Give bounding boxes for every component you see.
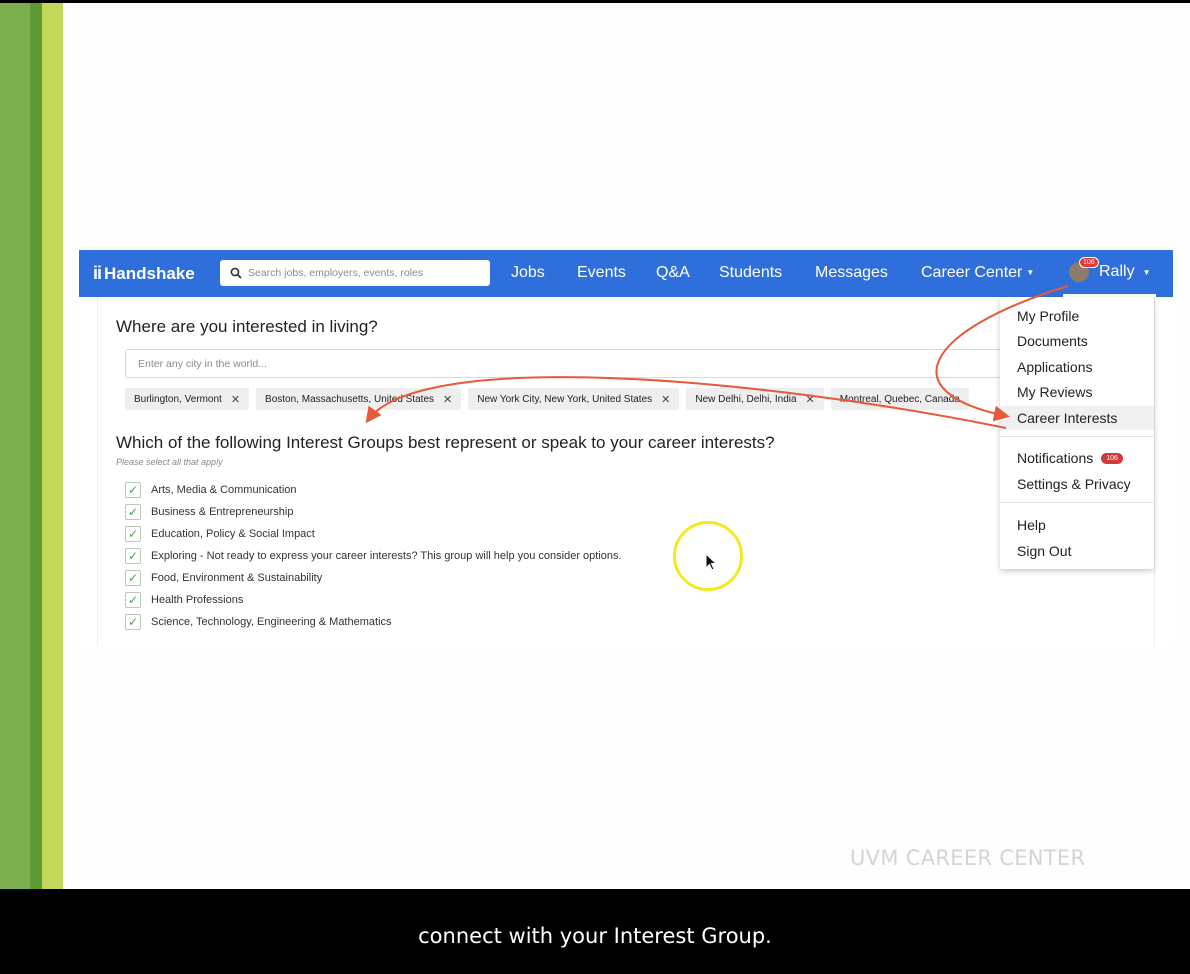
top-navbar: ii Handshake Search jobs, employers, eve… <box>79 250 1173 297</box>
menu-item-documents[interactable]: Documents <box>1000 329 1154 353</box>
menu-item-label: Help <box>1017 517 1046 533</box>
nav-events[interactable]: Events <box>577 264 626 282</box>
nav-jobs[interactable]: Jobs <box>511 264 545 282</box>
city-chip: Boston, Massachusetts, United States ✕ <box>256 388 462 410</box>
menu-item-label: Career Interests <box>1017 410 1118 426</box>
green-stripe <box>30 3 42 889</box>
nav-messages[interactable]: Messages <box>815 264 888 282</box>
menu-item-label: Applications <box>1017 359 1093 375</box>
green-stripe <box>42 3 63 889</box>
city-chip: New Delhi, Delhi, India ✕ <box>686 388 824 410</box>
nav-students[interactable]: Students <box>719 264 782 282</box>
list-item: ✓ Exploring - Not ready to express your c… <box>125 545 622 567</box>
interest-groups-subtext: Please select all that apply <box>116 457 223 467</box>
interest-group-list: ✓ Arts, Media & Communication ✓ Business &… <box>125 479 622 633</box>
list-item: ✓ Food, Environment & Sustainability <box>125 567 622 589</box>
city-chip: New York City, New York, United States ✕ <box>468 388 680 410</box>
menu-item-label: Sign Out <box>1017 543 1072 559</box>
menu-item-label: Notifications <box>1017 450 1094 466</box>
close-icon[interactable]: ✕ <box>661 393 670 406</box>
notification-badge: 106 <box>1079 257 1099 268</box>
interest-group-label: Exploring - Not ready to express your ca… <box>151 550 622 562</box>
interest-group-label: Business & Entrepreneurship <box>151 506 294 518</box>
menu-item-help[interactable]: Help <box>1000 513 1154 537</box>
menu-item-applications[interactable]: Applications <box>1000 355 1154 379</box>
nav-career-center-label: Career Center <box>921 264 1023 281</box>
menu-item-career-interests[interactable]: Career Interests <box>1000 406 1154 430</box>
menu-item-label: My Reviews <box>1017 384 1093 400</box>
watermark: UVM CAREER CENTER <box>850 846 1086 870</box>
menu-item-label: Settings & Privacy <box>1017 476 1131 492</box>
list-item: ✓ Science, Technology, Engineering & Math… <box>125 611 622 633</box>
city-chip: Montreal, Quebec, Canada <box>830 388 969 410</box>
interest-group-label: Arts, Media & Communication <box>151 484 297 496</box>
menu-divider <box>1000 436 1154 437</box>
handshake-logo-icon: ii <box>93 263 102 283</box>
close-icon[interactable]: ✕ <box>231 393 240 406</box>
user-name: Rally <box>1099 263 1135 280</box>
interest-groups-heading: Which of the following Interest Groups b… <box>116 433 775 452</box>
notification-badge: 106 <box>1101 452 1123 464</box>
list-item: ✓ Business & Entrepreneurship <box>125 501 622 523</box>
city-chips: Burlington, Vermont ✕ Boston, Massachuset… <box>125 388 969 410</box>
checkbox[interactable]: ✓ <box>125 526 141 542</box>
nav-career-center[interactable]: Career Center ▼ <box>921 264 1034 282</box>
checkbox[interactable]: ✓ <box>125 548 141 564</box>
interest-group-label: Health Professions <box>151 594 244 606</box>
checkbox[interactable]: ✓ <box>125 482 141 498</box>
city-chip-label: New York City, New York, United States <box>477 393 653 405</box>
city-chip-label: Montreal, Quebec, Canada <box>839 393 960 405</box>
checkbox[interactable]: ✓ <box>125 592 141 608</box>
city-chip: Burlington, Vermont ✕ <box>125 388 250 410</box>
city-chip-label: Burlington, Vermont <box>134 393 222 405</box>
menu-item-sign-out[interactable]: Sign Out <box>1000 539 1154 563</box>
close-icon[interactable]: ✕ <box>806 393 815 406</box>
menu-item-label: My Profile <box>1017 308 1080 324</box>
list-item: ✓ Education, Policy & Social Impact <box>125 523 622 545</box>
city-search-input[interactable]: Enter any city in the world... <box>125 349 1025 378</box>
living-heading: Where are you interested in living? <box>116 317 378 336</box>
interest-group-label: Education, Policy & Social Impact <box>151 528 315 540</box>
city-input-placeholder: Enter any city in the world... <box>138 357 267 370</box>
search-input[interactable]: Search jobs, employers, events, roles <box>220 260 490 286</box>
menu-item-my-reviews[interactable]: My Reviews <box>1000 380 1154 404</box>
user-dropdown-menu: My Profile Documents Applications My Rev… <box>1000 297 1154 569</box>
mouse-cursor-icon <box>705 553 718 571</box>
menu-item-notifications[interactable]: Notifications 106 <box>1000 446 1154 470</box>
city-chip-label: New Delhi, Delhi, India <box>695 393 797 405</box>
interest-group-label: Food, Environment & Sustainability <box>151 572 323 584</box>
user-menu-toggle[interactable]: 106 Rally ▼ <box>1063 250 1156 297</box>
career-interests-form: Where are you interested in living? Ente… <box>97 297 1155 646</box>
menu-item-settings-privacy[interactable]: Settings & Privacy <box>1000 472 1154 496</box>
chevron-down-icon: ▼ <box>1142 267 1151 277</box>
chevron-down-icon: ▼ <box>1026 268 1035 278</box>
video-caption: connect with your Interest Group. <box>418 924 772 948</box>
checkbox[interactable]: ✓ <box>125 570 141 586</box>
list-item: ✓ Arts, Media & Communication <box>125 479 622 501</box>
nav-qa[interactable]: Q&A <box>656 264 690 282</box>
handshake-logo[interactable]: ii Handshake <box>93 263 195 284</box>
logo-text: Handshake <box>104 263 195 283</box>
menu-divider <box>1000 502 1154 503</box>
city-chip-label: Boston, Massachusetts, United States <box>265 393 435 405</box>
checkbox[interactable]: ✓ <box>125 504 141 520</box>
search-placeholder: Search jobs, employers, events, roles <box>248 267 424 279</box>
list-item: ✓ Health Professions <box>125 589 622 611</box>
search-icon <box>230 267 242 279</box>
handshake-app-screenshot: ii Handshake Search jobs, employers, eve… <box>79 250 1173 646</box>
menu-item-my-profile[interactable]: My Profile <box>1000 304 1154 328</box>
interest-group-label: Science, Technology, Engineering & Mathe… <box>151 616 392 628</box>
menu-item-label: Documents <box>1017 333 1088 349</box>
close-icon[interactable]: ✕ <box>443 393 452 406</box>
green-stripe <box>0 3 30 889</box>
checkbox[interactable]: ✓ <box>125 614 141 630</box>
